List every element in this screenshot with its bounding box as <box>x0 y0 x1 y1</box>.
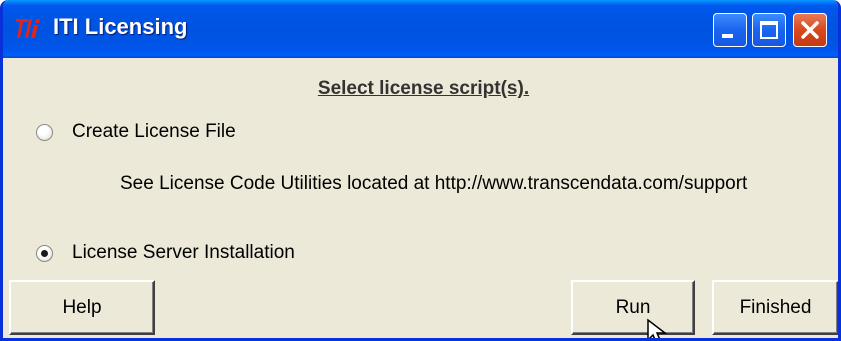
maximize-button[interactable] <box>752 13 786 47</box>
iti-app-icon <box>16 19 40 38</box>
instruction-heading: Select license script(s). <box>317 78 530 99</box>
window-title: ITI Licensing <box>53 14 188 39</box>
finished-button[interactable]: Finished <box>712 280 838 335</box>
close-button[interactable] <box>793 13 827 47</box>
mouse-pointer-icon <box>647 318 668 338</box>
minimize-button[interactable] <box>713 13 747 47</box>
license-utilities-note: See License Code Utilities located at ht… <box>120 173 748 194</box>
close-icon <box>801 21 819 39</box>
iti-licensing-window: ITI Licensing Select license script(s). … <box>0 0 841 341</box>
help-button[interactable]: Help <box>9 280 155 335</box>
radio-selected-dot <box>41 250 48 257</box>
minimize-icon <box>722 34 733 38</box>
license-server-installation-label[interactable]: License Server Installation <box>72 242 295 264</box>
maximize-icon <box>760 21 778 39</box>
title-bar[interactable]: ITI Licensing <box>3 0 838 58</box>
create-license-file-label[interactable]: Create License File <box>72 121 236 143</box>
license-server-installation-radio[interactable] <box>36 245 53 262</box>
create-license-file-radio[interactable] <box>36 124 53 141</box>
